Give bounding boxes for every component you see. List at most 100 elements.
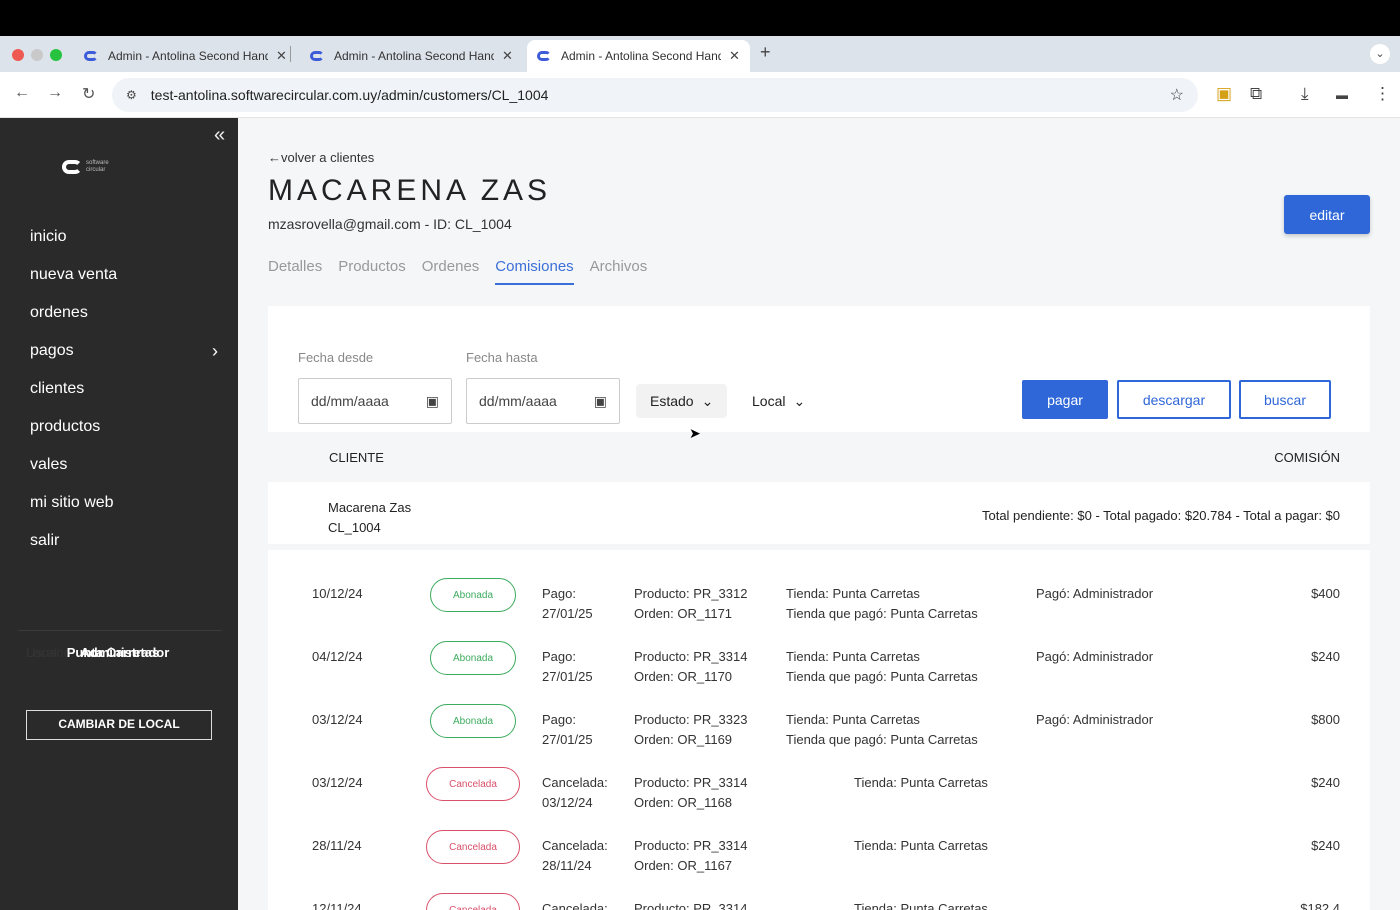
date-to-input[interactable]: dd/mm/aaaa ▣ bbox=[466, 378, 620, 424]
row-payment: Cancelada: 28/11/24 bbox=[542, 836, 608, 876]
tab-productos[interactable]: Productos bbox=[338, 258, 406, 285]
summary-client-id: CL_1004 bbox=[328, 520, 381, 535]
payment-label: Pago: bbox=[542, 712, 576, 727]
forward-arrow-icon[interactable]: → bbox=[47, 84, 63, 102]
chevron-down-icon: ⌄ bbox=[701, 392, 714, 409]
customer-tabs: Detalles Productos Ordenes Comisiones Ar… bbox=[268, 258, 663, 285]
row-product: Producto: PR_3323 Orden: OR_1169 bbox=[634, 710, 747, 750]
bookmark-star-icon[interactable]: ☆ bbox=[1170, 85, 1184, 105]
row-store: Tienda: Punta Carretas Tienda que pagó: P… bbox=[786, 584, 978, 624]
browser-tab-1[interactable]: Admin - Antolina Second Hand ✕ bbox=[74, 40, 297, 72]
local-value: Punta Carretas bbox=[66, 644, 160, 660]
table-row: 04/12/24 Abonada Pago: 27/01/25 Producto: PR… bbox=[268, 627, 1370, 690]
column-cliente: CLIENTE bbox=[329, 450, 384, 465]
logo-mark-icon bbox=[62, 160, 82, 174]
browser-menu-icon[interactable]: ⋮ bbox=[1374, 84, 1391, 104]
payment-label: Pago: bbox=[542, 649, 576, 664]
sidebar-item-label: mi sitio web bbox=[30, 494, 114, 511]
new-tab-icon[interactable]: + bbox=[760, 42, 771, 63]
sidebar-item-productos[interactable]: productos bbox=[30, 408, 218, 446]
url-text: test-antolina.softwarecircular.com.uy/ad… bbox=[150, 87, 549, 103]
edit-button[interactable]: editar bbox=[1284, 195, 1370, 234]
url-field[interactable]: ⚙ test-antolina.softwarecircular.com.uy/… bbox=[112, 78, 1198, 112]
tab-search-icon[interactable]: ⌄ bbox=[1370, 44, 1390, 64]
sidebar-item-label: clientes bbox=[30, 380, 85, 397]
close-tab-icon[interactable]: ✕ bbox=[276, 48, 287, 64]
tab-title: Admin - Antolina Second Hand bbox=[108, 49, 268, 63]
sidebar-divider bbox=[18, 630, 222, 631]
date-from-label: Fecha desde bbox=[298, 350, 374, 365]
date-to-label: Fecha hasta bbox=[466, 350, 538, 365]
order-id: Orden: OR_1171 bbox=[634, 606, 733, 621]
row-date: 03/12/24 bbox=[312, 712, 363, 727]
back-to-clients-link[interactable]: ←volver a clientes bbox=[268, 150, 374, 165]
summary-totals: Total pendiente: $0 - Total pagado: $20.… bbox=[981, 508, 1340, 523]
sidebar: « software circular inicio nueva venta o… bbox=[0, 118, 238, 910]
row-store: Tienda: Punta Carretas bbox=[854, 899, 988, 910]
pay-button[interactable]: pagar bbox=[1022, 380, 1108, 419]
date-from-input[interactable]: dd/mm/aaaa ▣ bbox=[298, 378, 452, 424]
sidebar-item-clientes[interactable]: clientes bbox=[30, 370, 218, 408]
extension-folder-icon[interactable]: ▣ bbox=[1216, 84, 1232, 104]
sidebar-item-label: productos bbox=[30, 418, 101, 435]
payment-date: 03/12/24 bbox=[542, 795, 593, 810]
main-content: ←volver a clientes MACARENA ZAS mzasrove… bbox=[238, 118, 1400, 910]
product-id: Producto: PR_3314 bbox=[634, 649, 748, 664]
sidebar-item-ordenes[interactable]: ordenes bbox=[30, 294, 218, 332]
local-label: Local: bbox=[26, 644, 61, 660]
site-settings-icon[interactable]: ⚙ bbox=[126, 88, 137, 102]
sidebar-item-pagos[interactable]: pagos › bbox=[30, 332, 218, 370]
chevron-right-icon: › bbox=[212, 340, 218, 361]
sidebar-item-inicio[interactable]: inicio bbox=[30, 218, 218, 256]
local-dropdown[interactable]: Local ⌄ bbox=[738, 384, 819, 418]
close-tab-icon[interactable]: ✕ bbox=[502, 48, 513, 64]
row-amount: $240 bbox=[1311, 838, 1340, 853]
tab-title: Admin - Antolina Second Hand bbox=[334, 49, 494, 63]
estado-dropdown[interactable]: Estado ⌄ bbox=[636, 384, 728, 418]
maximize-window-icon[interactable] bbox=[50, 49, 62, 61]
collapse-sidebar-icon[interactable]: « bbox=[214, 124, 225, 147]
status-badge: Abonada bbox=[430, 641, 516, 675]
row-product: Producto: PR_3314 bbox=[634, 899, 747, 910]
row-amount: $800 bbox=[1311, 712, 1340, 727]
tab-ordenes[interactable]: Ordenes bbox=[422, 258, 480, 285]
row-store: Tienda: Punta Carretas Tienda que pagó: P… bbox=[786, 647, 978, 687]
tab-detalles[interactable]: Detalles bbox=[268, 258, 322, 285]
status-badge: Cancelada bbox=[426, 830, 520, 864]
sidebar-item-salir[interactable]: salir bbox=[30, 522, 218, 560]
change-local-button[interactable]: CAMBIAR DE LOCAL bbox=[26, 710, 212, 740]
browser-tab-strip: Admin - Antolina Second Hand ✕ Admin - A… bbox=[0, 36, 1400, 72]
table-header: CLIENTE COMISIÓN bbox=[268, 432, 1370, 482]
reload-icon[interactable]: ↻ bbox=[82, 84, 95, 104]
profile-icon[interactable]: ▬ bbox=[1336, 88, 1348, 102]
store-paid: Tienda que pagó: Punta Carretas bbox=[786, 732, 978, 747]
browser-tab-3[interactable]: Admin - Antolina Second Hand ✕ bbox=[527, 40, 750, 72]
browser-tab-2[interactable]: Admin - Antolina Second Hand ✕ bbox=[300, 40, 523, 72]
payment-label: Cancelada: bbox=[542, 901, 608, 910]
table-row: 12/11/24 Cancelada Cancelada: Producto: PR_… bbox=[268, 879, 1370, 910]
close-tab-icon[interactable]: ✕ bbox=[729, 48, 740, 64]
sidebar-item-nueva-venta[interactable]: nueva venta bbox=[30, 256, 218, 294]
extensions-puzzle-icon[interactable]: ⧉ bbox=[1250, 84, 1262, 104]
calendar-icon[interactable]: ▣ bbox=[594, 393, 607, 410]
sidebar-item-mi-sitio-web[interactable]: mi sitio web bbox=[30, 484, 218, 522]
minimize-window-icon[interactable] bbox=[31, 49, 43, 61]
store-paid: Tienda que pagó: Punta Carretas bbox=[786, 606, 978, 621]
row-date: 12/11/24 bbox=[312, 901, 362, 910]
store-name: Tienda: Punta Carretas bbox=[786, 586, 920, 601]
summary-client-name: Macarena Zas bbox=[328, 500, 412, 515]
back-arrow-icon[interactable]: ← bbox=[14, 84, 30, 102]
search-button[interactable]: buscar bbox=[1239, 380, 1331, 419]
tab-comisiones[interactable]: Comisiones bbox=[495, 258, 574, 285]
close-window-icon[interactable] bbox=[12, 49, 24, 61]
download-button[interactable]: descargar bbox=[1117, 380, 1231, 419]
row-amount: $240 bbox=[1311, 649, 1340, 664]
tab-archivos[interactable]: Archivos bbox=[590, 258, 648, 285]
status-badge: Abonada bbox=[430, 578, 516, 612]
table-row: 03/12/24 Abonada Pago: 27/01/25 Producto: PR… bbox=[268, 690, 1370, 753]
calendar-icon[interactable]: ▣ bbox=[426, 393, 439, 410]
status-badge: Abonada bbox=[430, 704, 516, 738]
sidebar-item-vales[interactable]: vales bbox=[30, 446, 218, 484]
download-icon[interactable]: ⤓ bbox=[1301, 84, 1309, 104]
client-summary-row: Macarena Zas CL_1004 Total pendiente: $0… bbox=[268, 482, 1370, 550]
